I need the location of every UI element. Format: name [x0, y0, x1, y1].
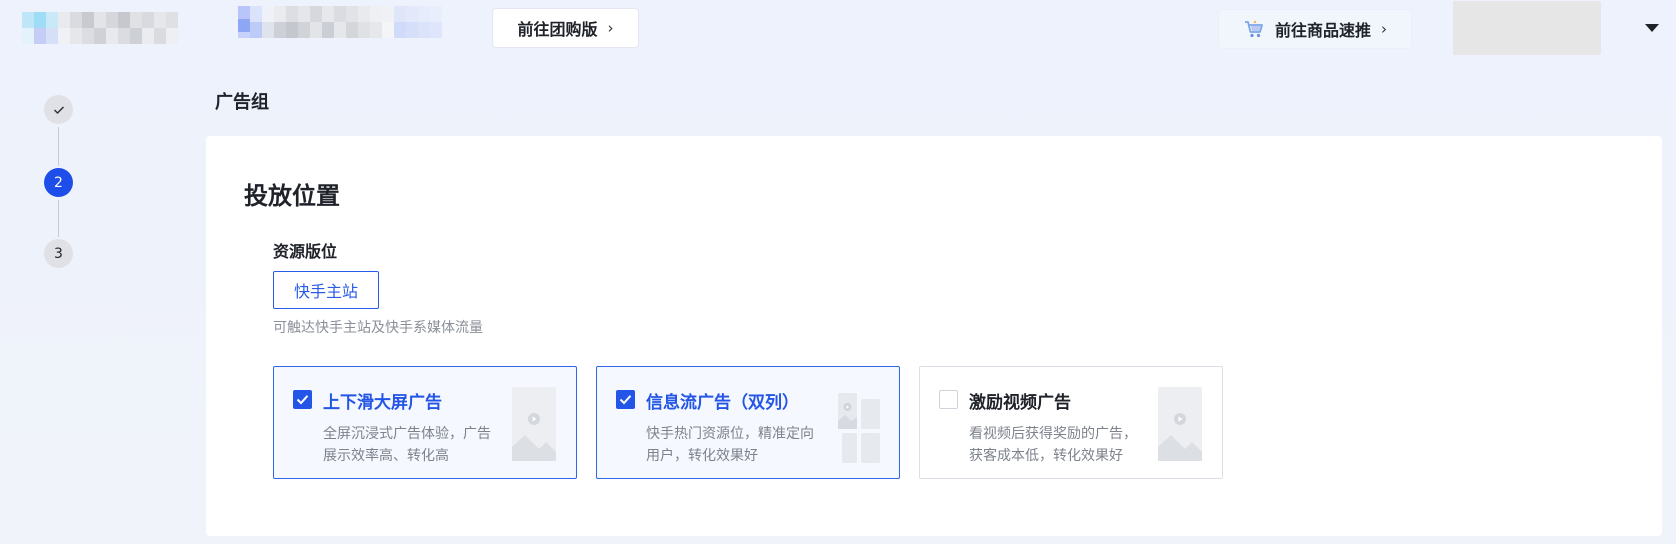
- option-description: 看视频后获得奖励的广告，获客成本低，转化效果好: [969, 426, 1137, 464]
- source-kuaishou-main-button[interactable]: 快手主站: [273, 271, 379, 309]
- go-sutui-button[interactable]: 前往商品速推 ›: [1218, 9, 1412, 49]
- go-tuangou-button[interactable]: 前往团购版 ›: [492, 8, 639, 48]
- check-icon: [619, 395, 632, 405]
- chevron-right-icon: ›: [607, 19, 614, 37]
- step-1-done[interactable]: [44, 95, 73, 124]
- step-3[interactable]: 3: [44, 239, 73, 268]
- option-title: 信息流广告（双列）: [646, 393, 799, 413]
- go-sutui-label: 前往商品速推: [1274, 21, 1371, 40]
- page: 前往团购版 › 前往商品速推 › 2 3 广告组 投放位置 资源版位 快手主站 …: [0, 0, 1676, 544]
- option-fullscreen-ad[interactable]: 上下滑大屏广告 全屏沉浸式广告体验，广告展示效率高、转化高: [273, 366, 577, 479]
- option-description: 全屏沉浸式广告体验，广告展示效率高、转化高: [323, 426, 491, 464]
- option-checkbox-checked[interactable]: [293, 390, 312, 409]
- caret-down-icon[interactable]: [1645, 24, 1659, 32]
- step-connector: [58, 200, 59, 237]
- top-bar: 前往团购版 › 前往商品速推 ›: [0, 0, 1676, 60]
- card-title: 投放位置: [244, 182, 340, 210]
- reward-video-thumbnail-icon: [1158, 387, 1202, 461]
- source-description: 可触达快手主站及快手系媒体流量: [273, 320, 483, 336]
- check-icon: [296, 395, 309, 405]
- go-tuangou-label: 前往团购版: [517, 20, 598, 39]
- resource-label: 资源版位: [273, 242, 338, 261]
- check-icon: [53, 105, 64, 114]
- account-name-blurred: [238, 6, 442, 38]
- option-title: 激励视频广告: [969, 393, 1071, 413]
- step-2-number: 2: [54, 174, 63, 191]
- shopping-cart-icon: [1244, 20, 1263, 38]
- step-2-active[interactable]: 2: [44, 168, 73, 197]
- chevron-right-icon: ›: [1381, 20, 1387, 38]
- option-description: 快手热门资源位，精准定向用户，转化效果好: [646, 426, 814, 464]
- placement-card: 投放位置 资源版位 快手主站 可触达快手主站及快手系媒体流量 上下滑大屏广告 全…: [206, 136, 1662, 536]
- account-info-redacted[interactable]: [1453, 1, 1601, 55]
- option-feed-ad-double-column[interactable]: 信息流广告（双列） 快手热门资源位，精准定向用户，转化效果好: [596, 366, 900, 479]
- double-column-feed-thumbnail-icon: [838, 393, 880, 463]
- option-reward-video-ad[interactable]: 激励视频广告 看视频后获得奖励的广告，获客成本低，转化效果好: [919, 366, 1223, 479]
- step-connector: [58, 127, 59, 166]
- fullscreen-video-thumbnail-icon: [512, 387, 556, 461]
- section-title: 广告组: [215, 92, 269, 113]
- option-title: 上下滑大屏广告: [323, 393, 442, 413]
- option-checkbox-unchecked[interactable]: [939, 390, 958, 409]
- step-3-number: 3: [54, 245, 63, 262]
- brand-logo-blurred: [22, 12, 178, 44]
- option-checkbox-checked[interactable]: [616, 390, 635, 409]
